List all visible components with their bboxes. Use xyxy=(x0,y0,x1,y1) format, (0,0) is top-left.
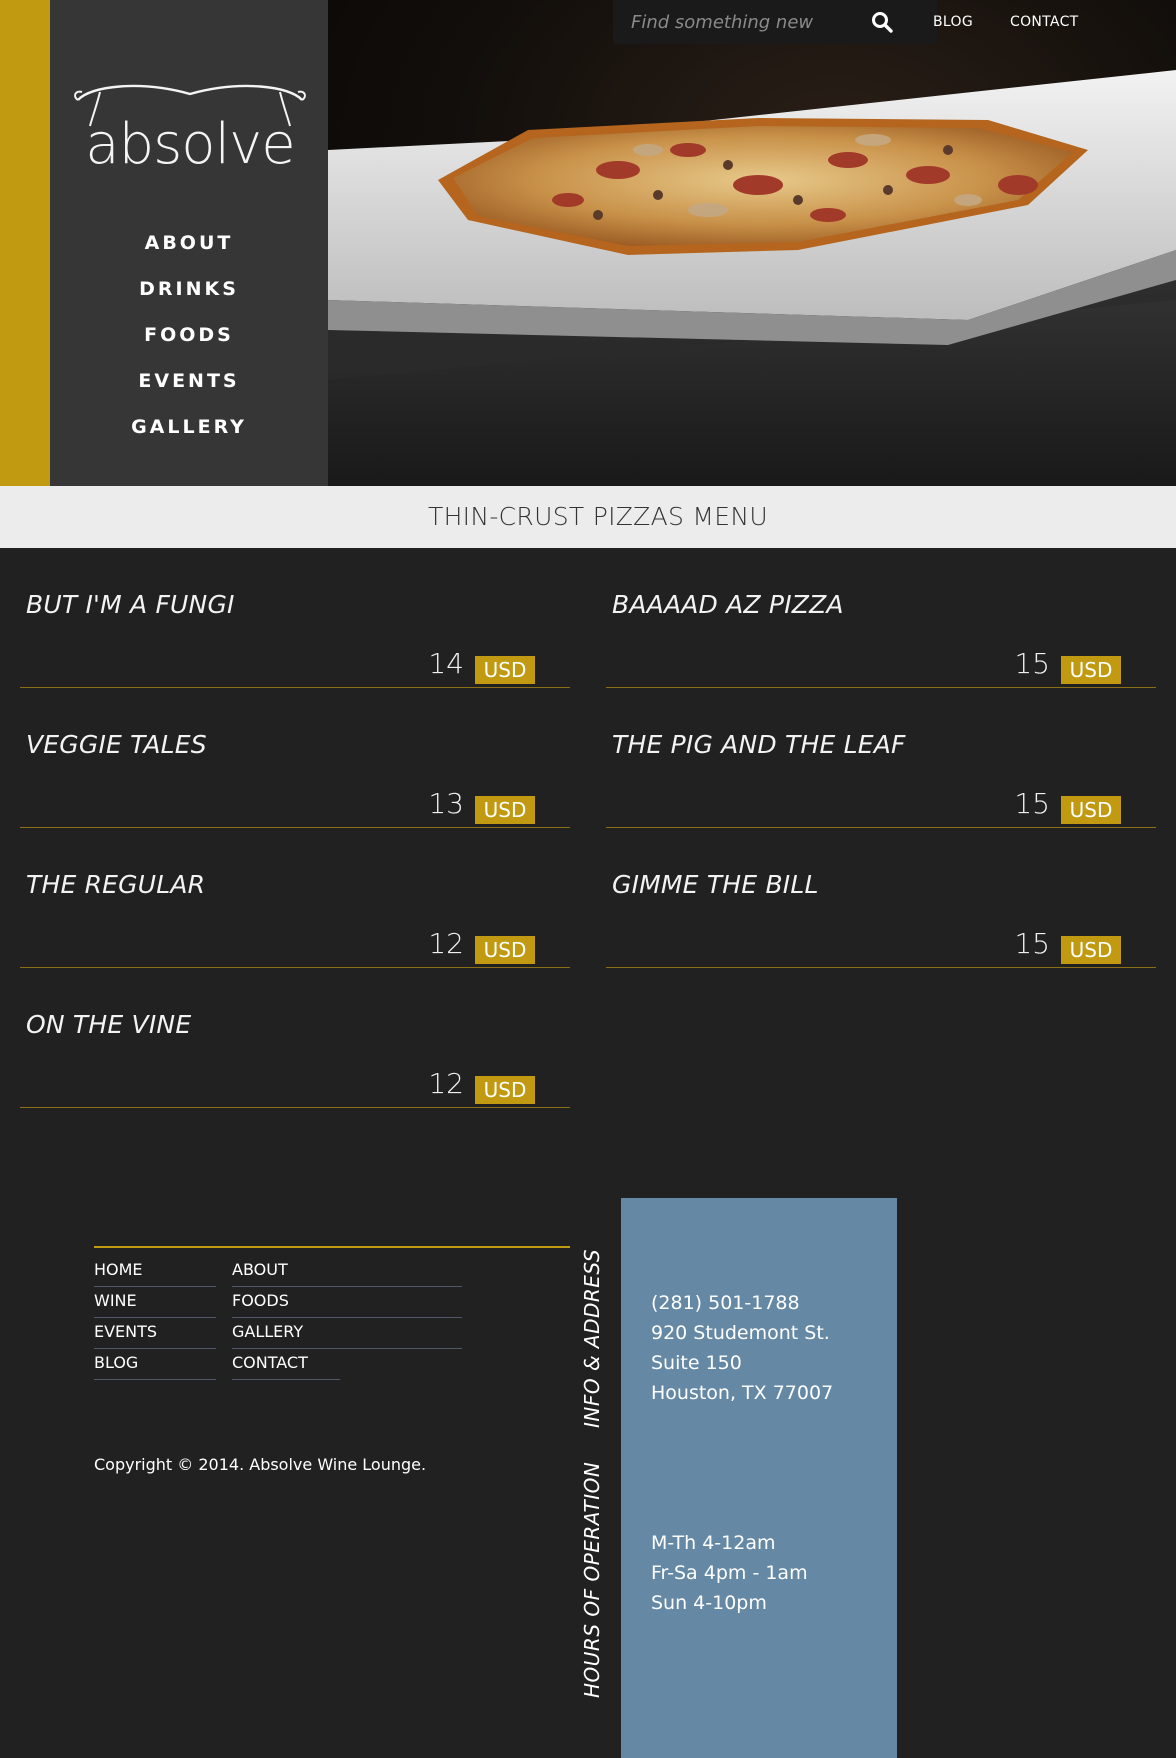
menu-item: THE PIG AND THE LEAF 15 USD xyxy=(606,687,1156,828)
main-nav: ABOUT DRINKS FOODS EVENTS GALLERY xyxy=(50,225,328,455)
footer-rule xyxy=(94,1246,570,1248)
currency-badge: USD xyxy=(475,656,535,684)
footer-link-blog[interactable]: BLOG xyxy=(94,1349,216,1380)
item-price: 12 xyxy=(428,927,464,960)
menu-item: VEGGIE TALES 13 USD xyxy=(20,687,570,828)
nav-about[interactable]: ABOUT xyxy=(50,225,328,271)
item-name: BUT I'M A FUNGI xyxy=(26,590,235,619)
footer-link-about[interactable]: ABOUT xyxy=(232,1256,462,1287)
menu-item: BAAAAD AZ PIZZA 15 USD xyxy=(606,547,1156,688)
footer-link-gallery[interactable]: GALLERY xyxy=(232,1318,462,1349)
item-price: 12 xyxy=(428,1067,464,1100)
currency-badge: USD xyxy=(1061,796,1121,824)
currency-badge: USD xyxy=(475,1076,535,1104)
search-icon[interactable] xyxy=(870,10,894,34)
footer-link-wine[interactable]: WINE xyxy=(94,1287,216,1318)
hours-line: Fr-Sa 4pm - 1am xyxy=(651,1562,808,1584)
top-link-contact[interactable]: CONTACT xyxy=(1010,14,1079,30)
address-line: Suite 150 xyxy=(651,1352,742,1374)
nav-events[interactable]: EVENTS xyxy=(50,363,328,409)
currency-badge: USD xyxy=(1061,936,1121,964)
footer-link-foods[interactable]: FOODS xyxy=(232,1287,462,1318)
hero-header: absolve ABOUT DRINKS FOODS EVENTS GALLER… xyxy=(0,0,1176,486)
item-price: 15 xyxy=(1014,647,1050,680)
nav-foods[interactable]: FOODS xyxy=(50,317,328,363)
hours-line: M-Th 4-12am xyxy=(651,1532,776,1554)
divider xyxy=(20,1107,570,1108)
item-price: 14 xyxy=(428,647,464,680)
search-input[interactable] xyxy=(631,8,871,36)
info-box: (281) 501-1788 920 Studemont St. Suite 1… xyxy=(621,1198,897,1758)
address-line: Houston, TX 77007 xyxy=(651,1382,834,1404)
menu-title-band: THIN-CRUST PIZZAS MENU xyxy=(0,486,1176,548)
hours-line: Sun 4-10pm xyxy=(651,1592,767,1614)
copyright: Copyright © 2014. Absolve Wine Lounge. xyxy=(94,1455,427,1474)
hero-pizza-photo xyxy=(328,0,1176,486)
address-line: 920 Studemont St. xyxy=(651,1322,830,1344)
logo-wordmark: absolve xyxy=(85,112,295,177)
item-name: BAAAAD AZ PIZZA xyxy=(612,590,844,619)
menu-item: BUT I'M A FUNGI 14 USD xyxy=(20,547,570,688)
item-name: GIMME THE BILL xyxy=(612,870,819,899)
item-name: VEGGIE TALES xyxy=(26,730,207,759)
item-price: 13 xyxy=(428,787,464,820)
nav-drinks[interactable]: DRINKS xyxy=(50,271,328,317)
item-name: THE PIG AND THE LEAF xyxy=(612,730,906,759)
divider xyxy=(606,967,1156,968)
currency-badge: USD xyxy=(475,796,535,824)
phone-number[interactable]: (281) 501-1788 xyxy=(651,1292,800,1314)
menu-title: THIN-CRUST PIZZAS MENU xyxy=(428,502,768,531)
item-name: THE REGULAR xyxy=(26,870,206,899)
currency-badge: USD xyxy=(475,936,535,964)
footer-link-events[interactable]: EVENTS xyxy=(94,1318,216,1349)
currency-badge: USD xyxy=(1061,656,1121,684)
hours-label: HOURS OF OPERATION xyxy=(580,1461,604,1698)
item-price: 15 xyxy=(1014,787,1050,820)
menu-item: GIMME THE BILL 15 USD xyxy=(606,827,1156,968)
menu-item: THE REGULAR 12 USD xyxy=(20,827,570,968)
absolve-logo[interactable]: absolve xyxy=(70,78,310,178)
menu-item: ON THE VINE 12 USD xyxy=(20,967,570,1108)
info-address-label: INFO & ADDRESS xyxy=(580,1248,604,1428)
nav-gallery[interactable]: GALLERY xyxy=(50,409,328,455)
top-link-blog[interactable]: BLOG xyxy=(933,14,973,30)
footer-link-home[interactable]: HOME xyxy=(94,1256,216,1287)
item-price: 15 xyxy=(1014,927,1050,960)
footer-link-contact[interactable]: CONTACT xyxy=(232,1349,340,1380)
item-name: ON THE VINE xyxy=(26,1010,192,1039)
accent-stripe xyxy=(0,0,50,486)
